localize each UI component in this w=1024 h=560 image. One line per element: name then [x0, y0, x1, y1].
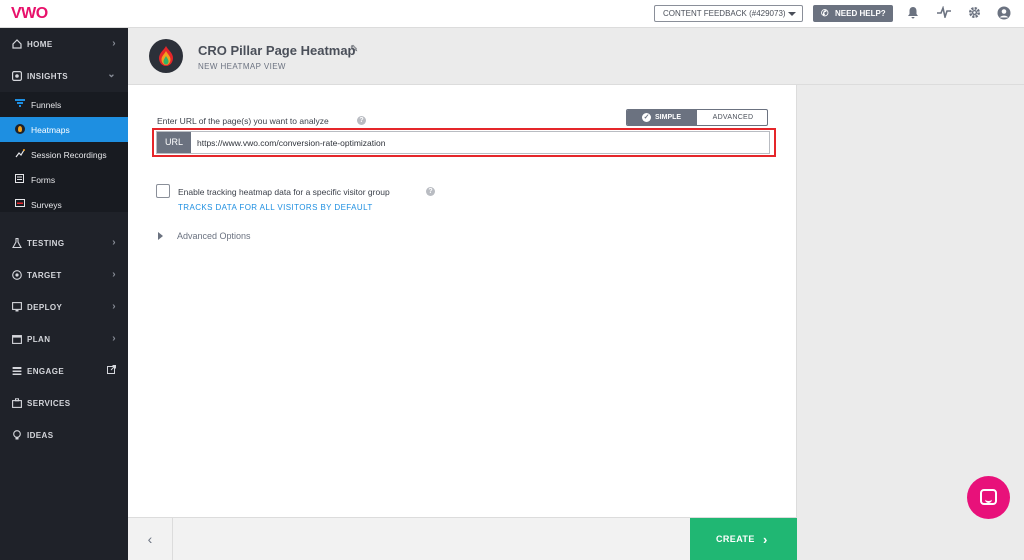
insights-submenu: Funnels Heatmaps Session Recordings Form… [0, 92, 128, 212]
simple-mode-label: SIMPLE [655, 114, 682, 121]
chat-launcher-button[interactable] [967, 476, 1010, 519]
sidebar-item-label: TESTING [27, 239, 65, 248]
footer-bar: ‹ CREATE › [128, 517, 797, 560]
activity-icon[interactable] [937, 5, 951, 20]
sidebar-subitem-label: Forms [31, 175, 56, 185]
insights-icon [12, 71, 23, 82]
chevron-down-icon: ⌄ [107, 69, 116, 80]
sidebar-item-target[interactable]: TARGET › [0, 259, 128, 291]
visitor-group-checkbox[interactable] [156, 184, 170, 198]
main-panel: Enter URL of the page(s) you want to ana… [128, 85, 797, 560]
calendar-icon [12, 334, 22, 344]
form-icon [15, 174, 25, 184]
page-title: CRO Pillar Page Heatmap [198, 43, 356, 58]
content-feedback-label: CONTENT FEEDBACK (#429073) [663, 9, 786, 18]
sidebar-item-plan[interactable]: PLAN › [0, 323, 128, 355]
url-input-group: URL [156, 131, 770, 154]
url-input[interactable] [197, 132, 757, 153]
external-link-icon [107, 365, 116, 377]
check-icon: ✓ [642, 113, 651, 122]
chevron-right-icon: › [763, 532, 768, 547]
flask-icon [12, 237, 22, 249]
sidebar-subitem-label: Session Recordings [31, 150, 107, 160]
need-help-label: NEED HELP? [835, 9, 886, 18]
page-subtitle: NEW HEATMAP VIEW [198, 62, 286, 71]
sidebar-item-services[interactable]: SERVICES [0, 387, 128, 419]
sidebar-item-label: PLAN [27, 335, 51, 344]
home-icon [12, 39, 22, 49]
create-button-label: CREATE [716, 534, 755, 544]
sidebar-item-label: INSIGHTS [27, 72, 68, 81]
sidebar-item-testing[interactable]: TESTING › [0, 227, 128, 259]
sidebar-item-label: IDEAS [27, 431, 54, 440]
sidebar-subitem-label: Heatmaps [31, 125, 70, 135]
heatmap-icon [15, 124, 25, 134]
chat-icon [980, 489, 997, 505]
sidebar-subitem-funnels[interactable]: Funnels [0, 92, 128, 117]
recording-icon [15, 149, 25, 159]
sidebar-item-engage[interactable]: ENGAGE [0, 355, 128, 387]
bulb-icon [12, 430, 22, 440]
need-help-button[interactable]: ✆ NEED HELP? [813, 5, 893, 22]
flame-icon [159, 46, 173, 66]
edit-pencil-icon[interactable]: ✎ [350, 44, 358, 55]
sidebar: HOME › INSIGHTS ⌄ Funnels Heatmaps Sessi… [0, 28, 128, 560]
survey-icon [15, 199, 25, 209]
chevron-right-icon: › [112, 237, 116, 248]
sidebar-item-label: ENGAGE [27, 367, 65, 376]
chevron-right-icon: › [112, 301, 116, 312]
sidebar-subitem-label: Surveys [31, 200, 62, 210]
sidebar-item-home[interactable]: HOME › [0, 28, 128, 60]
visitor-group-hint: TRACKS DATA FOR ALL VISITORS BY DEFAULT [178, 203, 373, 212]
heatmap-avatar [149, 39, 183, 73]
caret-down-icon [788, 12, 796, 16]
page-header: CRO Pillar Page Heatmap ✎ NEW HEATMAP VI… [128, 28, 1024, 85]
gear-icon[interactable] [967, 6, 981, 20]
sidebar-subitem-session-recordings[interactable]: Session Recordings [0, 142, 128, 167]
chevron-left-icon: ‹ [147, 531, 153, 547]
simple-mode-button[interactable]: ✓ SIMPLE [627, 110, 697, 125]
help-icon[interactable]: ? [426, 187, 435, 196]
caret-right-icon[interactable] [158, 232, 163, 240]
deploy-icon [12, 302, 22, 312]
back-button[interactable]: ‹ [128, 518, 173, 560]
content-feedback-dropdown[interactable]: CONTENT FEEDBACK (#429073) [654, 5, 803, 22]
sidebar-item-deploy[interactable]: DEPLOY › [0, 291, 128, 323]
chevron-right-icon: › [112, 269, 116, 280]
help-icon[interactable]: ? [357, 116, 366, 125]
sidebar-item-label: SERVICES [27, 399, 71, 408]
sidebar-item-label: TARGET [27, 271, 62, 280]
sidebar-item-label: HOME [27, 40, 53, 49]
chevron-right-icon: › [112, 38, 116, 49]
funnel-icon [15, 99, 25, 109]
target-icon [12, 270, 22, 280]
bell-icon[interactable] [906, 6, 920, 20]
briefcase-icon [12, 398, 22, 408]
vwo-logo[interactable]: VWO [11, 5, 48, 23]
user-icon[interactable] [997, 6, 1011, 20]
phone-icon: ✆ [821, 8, 829, 18]
advanced-mode-button[interactable]: ADVANCED [697, 110, 767, 125]
chevron-right-icon: › [112, 333, 116, 344]
create-button[interactable]: CREATE › [690, 518, 797, 560]
sidebar-subitem-label: Funnels [31, 100, 62, 110]
sidebar-item-ideas[interactable]: IDEAS [0, 419, 128, 451]
sidebar-subitem-heatmaps[interactable]: Heatmaps [0, 117, 128, 142]
mode-toggle: ✓ SIMPLE ADVANCED [626, 109, 768, 126]
sidebar-subitem-forms[interactable]: Forms [0, 167, 128, 192]
url-prefix-tag: URL [157, 132, 191, 153]
visitor-group-label: Enable tracking heatmap data for a speci… [178, 187, 390, 197]
sidebar-item-label: DEPLOY [27, 303, 63, 312]
advanced-options-toggle[interactable]: Advanced Options [177, 231, 251, 241]
sidebar-item-insights[interactable]: INSIGHTS ⌄ [0, 60, 128, 92]
sidebar-subitem-surveys[interactable]: Surveys [0, 192, 128, 217]
engage-icon [12, 366, 22, 376]
url-field-label: Enter URL of the page(s) you want to ana… [157, 116, 329, 126]
top-bar: VWO CONTENT FEEDBACK (#429073) ✆ NEED HE… [0, 0, 1024, 28]
